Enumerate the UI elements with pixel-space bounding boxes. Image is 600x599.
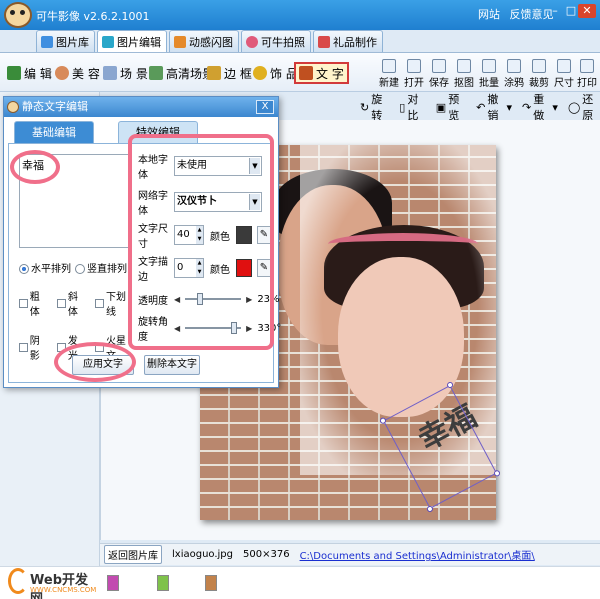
delete-text-button[interactable]: 删除本文字: [144, 355, 200, 375]
undo-button[interactable]: ↶ 撤销 ▾: [476, 91, 512, 123]
cutout-button[interactable]: 抠图: [453, 59, 475, 89]
highlight-settings: [128, 134, 274, 350]
camera-icon: [246, 35, 258, 48]
doodle-icon: [507, 59, 521, 73]
hd-scene-icon: [149, 66, 163, 80]
batch-button[interactable]: 批量: [478, 59, 500, 89]
highlight-apply-button: [54, 342, 136, 382]
edit-icon: [7, 66, 21, 80]
save-icon: [432, 59, 446, 73]
edit-bar: ↻ 旋转 ▯ 对比 ▣ 预览 ↶ 撤销 ▾ ↷ 重做 ▾ ◯ 还原: [280, 93, 600, 122]
tool-strip: 编 辑 美 容 场 景 高清场景 边 框 饰 品 文 字 新建 打开 保存 抠图…: [0, 52, 600, 92]
redo-button[interactable]: ↷ 重做 ▾: [522, 91, 558, 123]
tab-edit-picture[interactable]: 图片编辑: [97, 30, 167, 52]
tool-frame[interactable]: 边 框: [204, 62, 255, 84]
text-icon: [299, 66, 313, 80]
tool-beauty[interactable]: 美 容: [52, 62, 103, 84]
gift-icon: [318, 35, 330, 48]
flash-gif-icon: [174, 35, 186, 48]
crop-button[interactable]: 裁剪: [528, 59, 550, 89]
batch-icon: [482, 59, 496, 73]
restore-button[interactable]: ◯ 还原: [568, 91, 600, 123]
frame-icon: [207, 66, 221, 80]
back-to-gallery-button[interactable]: 返回图片库: [104, 545, 162, 564]
preview-button[interactable]: ▣ 预览: [436, 91, 466, 123]
watermark-name: Web开发网: [30, 573, 88, 599]
scene-icon: [103, 66, 117, 80]
rotate-icon: ↻: [360, 100, 370, 114]
print-button[interactable]: 打印: [576, 59, 598, 89]
radio-horizontal[interactable]: 水平排列: [19, 260, 71, 275]
chevron-down-icon: ▾: [506, 100, 513, 114]
highlight-text-input: [10, 150, 60, 184]
tool-edit[interactable]: 编 辑: [4, 62, 55, 84]
tool-text[interactable]: 文 字: [294, 62, 349, 84]
save-button[interactable]: 保存: [428, 59, 450, 89]
status-bar: 返回图片库 lxiaoguo.jpg 500×376 C:\Documents …: [100, 543, 600, 565]
print-icon: [580, 59, 594, 73]
app-logo-icon: [4, 2, 32, 28]
tab-basic-edit[interactable]: 基础编辑: [14, 121, 94, 143]
main-tabs: 图片库 图片编辑 动感闪图 可牛拍照 礼品制作: [36, 30, 383, 52]
file-path-link[interactable]: C:\Documents and Settings\Administrator\…: [300, 547, 535, 562]
file-name: lxiaoguo.jpg: [172, 549, 234, 560]
edit-picture-icon: [102, 35, 114, 48]
crop-icon: [532, 59, 546, 73]
tool-scene[interactable]: 场 景: [100, 62, 151, 84]
checkbox-shadow[interactable]: 阴影: [19, 332, 49, 362]
dialog-title: 静态文字编辑: [22, 100, 88, 113]
thumbnail-icon[interactable]: [107, 575, 119, 591]
doodle-button[interactable]: 涂鸦: [503, 59, 525, 89]
tab-camera[interactable]: 可牛拍照: [241, 30, 311, 52]
radio-vertical[interactable]: 竖直排列: [75, 260, 127, 275]
checkbox-italic[interactable]: 斜体: [57, 288, 87, 318]
preview-icon: ▣: [435, 100, 447, 114]
tab-gallery[interactable]: 图片库: [36, 30, 95, 52]
chevron-down-icon: ▾: [552, 100, 558, 114]
open-icon: [407, 59, 421, 73]
website-link[interactable]: 网站: [478, 8, 500, 21]
watermark-icon: [8, 568, 28, 594]
thumbnail-icon[interactable]: [157, 575, 169, 591]
thumbnail-icon[interactable]: [205, 575, 217, 591]
open-button[interactable]: 打开: [403, 59, 425, 89]
gallery-icon: [41, 35, 53, 48]
tab-gift[interactable]: 礼品制作: [313, 30, 383, 52]
new-icon: [382, 59, 396, 73]
compare-icon: ▯: [399, 100, 406, 114]
dialog-logo-icon: [7, 101, 19, 113]
dialog-title-bar[interactable]: 静态文字编辑 X: [4, 97, 278, 117]
image-dimensions: 500×376: [243, 549, 290, 560]
cutout-icon: [457, 59, 471, 73]
redo-icon: ↷: [522, 100, 532, 114]
beauty-icon: [55, 66, 69, 80]
orientation-radios: 水平排列 竖直排列: [19, 260, 127, 275]
dialog-close-button[interactable]: X: [256, 100, 274, 114]
checkbox-bold[interactable]: 粗体: [19, 288, 49, 318]
title-bar: 可牛影像 v2.6.2.1001 网站 反馈意见 – □ ✕: [0, 0, 600, 30]
compare-button[interactable]: ▯ 对比: [399, 91, 426, 123]
resize-button[interactable]: 尺寸: [553, 59, 575, 89]
watermark-url: WWW.CNCMS.COM: [30, 586, 97, 594]
close-button[interactable]: ✕: [578, 4, 596, 18]
decoration-icon: [253, 66, 267, 80]
undo-icon: ↶: [476, 100, 486, 114]
watermark-logo: Web开发网 WWW.CNCMS.COM: [2, 566, 98, 599]
rotate-button[interactable]: ↻ 旋转: [360, 91, 389, 123]
tab-flash-gif[interactable]: 动感闪图: [169, 30, 239, 52]
new-button[interactable]: 新建: [378, 59, 400, 89]
app-title: 可牛影像 v2.6.2.1001: [36, 10, 150, 23]
restore-icon: ◯: [567, 100, 581, 114]
resize-icon: [557, 59, 571, 73]
